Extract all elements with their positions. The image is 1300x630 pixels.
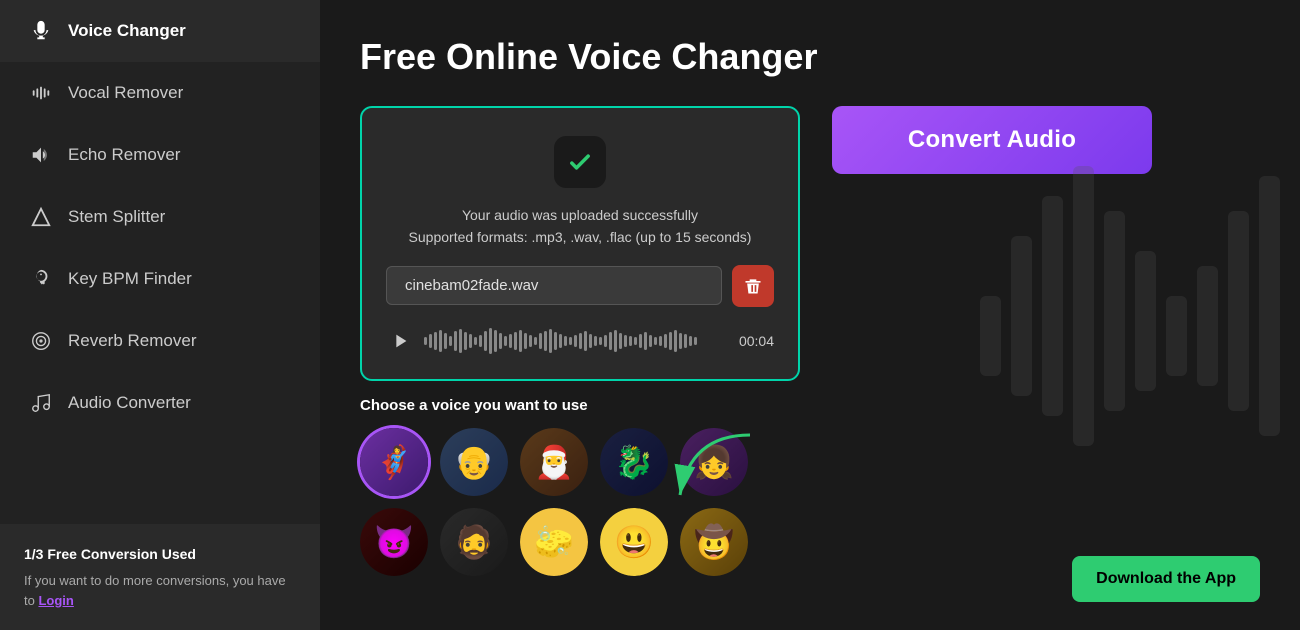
audio-player: 00:04 bbox=[386, 323, 774, 359]
reverb-remover-icon bbox=[28, 328, 54, 354]
voice-avatar-10[interactable]: 🤠 bbox=[680, 508, 748, 576]
sidebar-label-stem-splitter: Stem Splitter bbox=[68, 207, 165, 227]
success-check bbox=[554, 136, 606, 188]
voice-avatar-2[interactable]: 👴 bbox=[440, 428, 508, 496]
sound-visualization bbox=[980, 146, 1280, 466]
vocal-remover-icon bbox=[28, 80, 54, 106]
voice-avatar-5[interactable]: 👧 bbox=[680, 428, 748, 496]
content-row: Your audio was uploaded successfully Sup… bbox=[360, 106, 1260, 602]
stem-splitter-icon bbox=[28, 204, 54, 230]
voice-label: Choose a voice you want to use bbox=[360, 397, 800, 414]
sidebar-item-reverb-remover[interactable]: Reverb Remover bbox=[0, 310, 320, 372]
voice-avatar-4[interactable]: 🐉 bbox=[600, 428, 668, 496]
voice-avatar-3[interactable]: 🎅 bbox=[520, 428, 588, 496]
right-panel: Convert Audio bbox=[832, 106, 1260, 602]
sidebar-label-reverb-remover: Reverb Remover bbox=[68, 331, 197, 351]
upload-success-text: Your audio was uploaded successfully Sup… bbox=[409, 204, 752, 249]
sidebar-bottom: 1/3 Free Conversion Used If you want to … bbox=[0, 524, 320, 630]
sidebar-label-voice-changer: Voice Changer bbox=[68, 21, 186, 41]
sidebar-item-audio-converter[interactable]: Audio Converter bbox=[0, 372, 320, 434]
file-row: cinebam02fade.wav bbox=[386, 265, 774, 307]
voice-avatar-7[interactable]: 🧔 bbox=[440, 508, 508, 576]
sidebar-label-echo-remover: Echo Remover bbox=[68, 145, 180, 165]
sidebar-item-echo-remover[interactable]: Echo Remover bbox=[0, 124, 320, 186]
microphone-icon bbox=[28, 18, 54, 44]
audio-duration: 00:04 bbox=[739, 333, 774, 349]
upload-box: Your audio was uploaded successfully Sup… bbox=[360, 106, 800, 381]
key-bpm-icon bbox=[28, 266, 54, 292]
waveform bbox=[424, 327, 729, 355]
left-column: Your audio was uploaded successfully Sup… bbox=[360, 106, 800, 602]
voice-avatar-6[interactable]: 😈 bbox=[360, 508, 428, 576]
delete-file-button[interactable] bbox=[732, 265, 774, 307]
voice-avatar-8[interactable]: 🧽 bbox=[520, 508, 588, 576]
voice-avatar-9[interactable]: 😃 bbox=[600, 508, 668, 576]
sidebar-item-vocal-remover[interactable]: Vocal Remover bbox=[0, 62, 320, 124]
play-button[interactable] bbox=[386, 327, 414, 355]
main-content: Free Online Voice Changer Your audio was… bbox=[320, 0, 1300, 630]
sidebar-label-audio-converter: Audio Converter bbox=[68, 393, 191, 413]
sidebar-item-stem-splitter[interactable]: Stem Splitter bbox=[0, 186, 320, 248]
conversion-used-title: 1/3 Free Conversion Used bbox=[24, 544, 296, 565]
filename-display: cinebam02fade.wav bbox=[386, 266, 722, 305]
echo-remover-icon bbox=[28, 142, 54, 168]
sidebar-label-key-bpm: Key BPM Finder bbox=[68, 269, 192, 289]
audio-converter-icon bbox=[28, 390, 54, 416]
sidebar: Voice Changer Vocal Remover Echo Remover bbox=[0, 0, 320, 630]
voice-avatar-1[interactable]: 🦸‍♀️ bbox=[360, 428, 428, 496]
voice-grid: 🦸‍♀️ 👴 🎅 🐉 👧 � bbox=[360, 428, 800, 576]
sidebar-label-vocal-remover: Vocal Remover bbox=[68, 83, 183, 103]
login-link[interactable]: Login bbox=[38, 593, 73, 608]
sidebar-item-voice-changer[interactable]: Voice Changer bbox=[0, 0, 320, 62]
download-app-button[interactable]: Download the App bbox=[1072, 556, 1260, 602]
sidebar-item-key-bpm[interactable]: Key BPM Finder bbox=[0, 248, 320, 310]
voice-section: Choose a voice you want to use 🦸‍♀️ 👴 🎅 … bbox=[360, 397, 800, 576]
page-title: Free Online Voice Changer bbox=[360, 36, 1260, 78]
